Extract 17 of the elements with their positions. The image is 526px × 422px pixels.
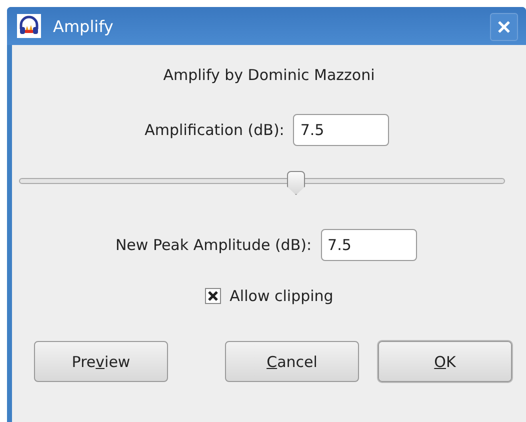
clipping-checkbox[interactable] <box>204 288 221 304</box>
clipping-label: Allow clipping <box>230 287 334 305</box>
dialog-button[interactable]: OK <box>378 341 512 382</box>
dialog-button[interactable]: Preview <box>34 341 168 382</box>
window-title: Amplify <box>53 16 114 36</box>
amplification-slider[interactable] <box>19 171 505 195</box>
close-button[interactable] <box>490 13 518 41</box>
slider-thumb[interactable] <box>287 171 306 195</box>
peak-amplitude-field[interactable]: 7.5 <box>320 229 417 261</box>
close-icon <box>497 20 511 34</box>
dialog-button[interactable]: Cancel <box>225 341 359 382</box>
headphones-icon <box>17 14 41 38</box>
amplification-field[interactable]: 7.5 <box>293 114 390 146</box>
amplification-label: Amplification (dB): <box>144 121 284 139</box>
check-mark-icon <box>208 291 218 301</box>
dialog-heading: Amplify by Dominic Mazzoni <box>163 66 375 84</box>
peak-amplitude-label: New Peak Amplitude (dB): <box>115 236 312 254</box>
